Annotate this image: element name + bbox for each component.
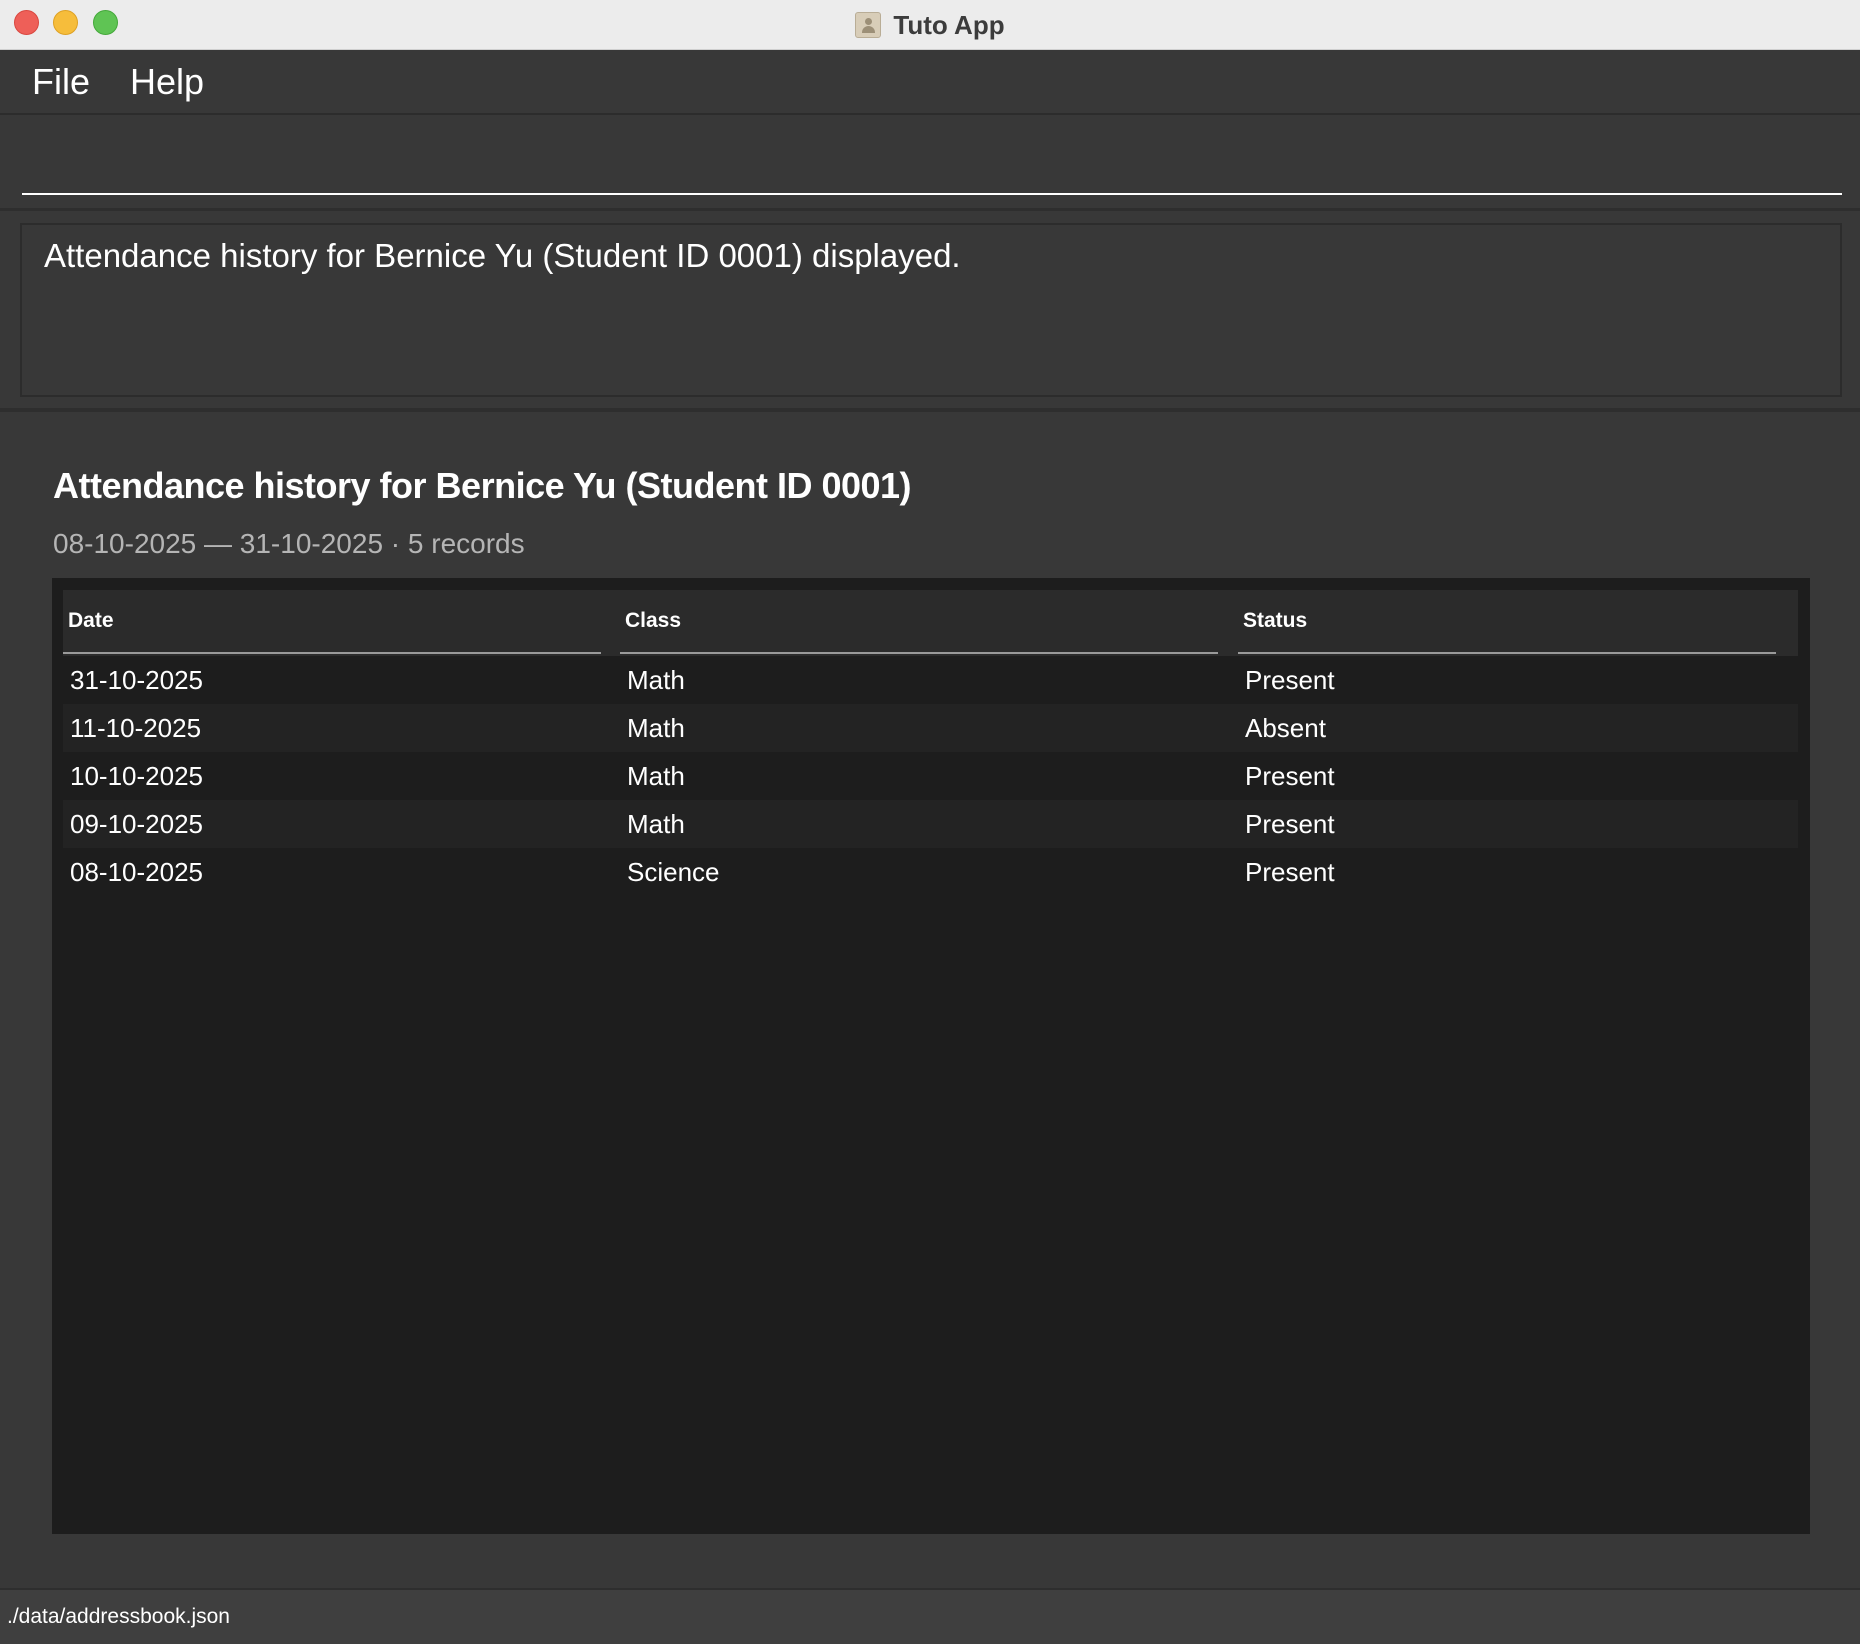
result-display[interactable]: Attendance history for Bernice Yu (Stude… <box>20 223 1842 397</box>
cell-status: Absent <box>1245 712 1326 743</box>
cell-class: Science <box>627 856 720 887</box>
attendance-heading: Attendance history for Bernice Yu (Stude… <box>53 465 912 506</box>
title-bar[interactable]: Tuto App <box>0 0 1860 50</box>
cell-date: 08-10-2025 <box>70 856 203 887</box>
cell-date: 11-10-2025 <box>70 712 202 743</box>
cell-class: Math <box>627 712 685 743</box>
window-title: Tuto App <box>893 9 1005 40</box>
cell-date: 31-10-2025 <box>70 664 203 695</box>
result-message: Attendance history for Bernice Yu (Stude… <box>44 237 961 274</box>
cell-status: Present <box>1245 808 1335 839</box>
status-bar: ./data/addressbook.json <box>0 1588 1860 1644</box>
data-file-path: ./data/addressbook.json <box>7 1605 230 1628</box>
menu-help[interactable]: Help <box>130 61 204 103</box>
address-book-icon <box>855 12 882 38</box>
table-row[interactable]: 10-10-2025 Math Present <box>63 752 1798 800</box>
table-row[interactable]: 08-10-2025 Science Present <box>63 848 1798 896</box>
attendance-subtitle: 08-10-2025 — 31-10-2025 · 5 records <box>53 528 525 559</box>
cell-date: 10-10-2025 <box>70 760 203 791</box>
column-header-class[interactable]: Class <box>620 590 1218 654</box>
panel-divider <box>0 408 1860 412</box>
menu-bar: File Help <box>0 50 1860 115</box>
cell-class: Math <box>627 808 685 839</box>
cell-status: Present <box>1245 760 1335 791</box>
column-header-date[interactable]: Date <box>63 590 601 654</box>
cell-class: Math <box>627 664 685 695</box>
table-row[interactable]: 09-10-2025 Math Present <box>63 800 1798 848</box>
command-box <box>0 117 1860 211</box>
cell-class: Math <box>627 760 685 791</box>
table-row[interactable]: 31-10-2025 Math Present <box>63 656 1798 704</box>
command-input[interactable] <box>22 129 1842 195</box>
table-body: 31-10-2025 Math Present 11-10-2025 Math … <box>63 656 1798 896</box>
column-header-status[interactable]: Status <box>1238 590 1776 654</box>
app-window: Tuto App File Help Attendance history fo… <box>0 0 1860 1644</box>
cell-date: 09-10-2025 <box>70 808 203 839</box>
cell-status: Present <box>1245 856 1335 887</box>
table-header: Date Class Status <box>63 590 1798 656</box>
cell-status: Present <box>1245 664 1335 695</box>
menu-file[interactable]: File <box>32 61 90 103</box>
attendance-table[interactable]: Date Class Status 31-10-2025 Math Presen… <box>52 578 1810 1534</box>
window-title-group: Tuto App <box>0 0 1860 50</box>
table-row[interactable]: 11-10-2025 Math Absent <box>63 704 1798 752</box>
